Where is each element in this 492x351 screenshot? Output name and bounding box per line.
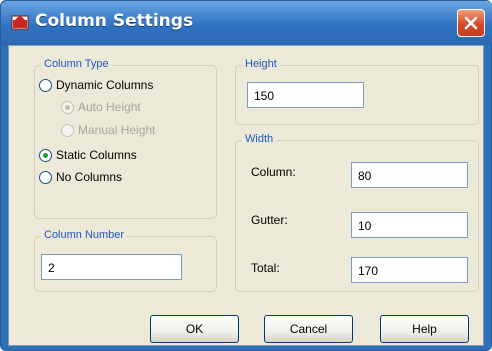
radio-indicator [39, 170, 52, 184]
dynamic-columns-label: Dynamic Columns [56, 78, 154, 92]
radio-indicator [39, 148, 52, 162]
column-type-group: Column Type Dynamic Columns Auto Height … [34, 58, 217, 219]
width-group: Width Column: 80 Gutter: 10 Total: 170 [235, 133, 479, 292]
window-title: Column Settings [35, 11, 194, 31]
manual-height-label: Manual Height [78, 123, 156, 137]
height-input[interactable]: 150 [247, 82, 364, 108]
column-width-label: Column: [251, 165, 296, 179]
column-type-group-title: Column Type [41, 58, 112, 70]
gutter-input[interactable]: 10 [351, 212, 468, 238]
no-columns-radio[interactable]: No Columns [39, 170, 122, 184]
auto-height-label: Auto Height [78, 100, 141, 114]
static-columns-label: Static Columns [56, 148, 137, 162]
total-label: Total: [251, 261, 280, 275]
radio-indicator [61, 100, 74, 114]
cancel-button[interactable]: Cancel [264, 315, 353, 343]
close-icon [464, 16, 478, 30]
column-number-input[interactable]: 2 [41, 254, 182, 280]
auto-height-radio: Auto Height [61, 100, 141, 114]
total-input[interactable]: 170 [351, 257, 468, 283]
radio-indicator [39, 78, 52, 92]
column-number-group-title: Column Number [41, 229, 128, 241]
width-group-title: Width [242, 133, 277, 145]
ok-button[interactable]: OK [150, 315, 239, 343]
no-columns-label: No Columns [56, 170, 123, 184]
title-bar[interactable]: Column Settings [1, 1, 492, 45]
help-button[interactable]: Help [380, 315, 469, 343]
height-group-title: Height [242, 58, 280, 70]
height-group: Height 150 [235, 58, 479, 125]
column-width-input[interactable]: 80 [351, 162, 468, 188]
column-number-group: Column Number 2 [34, 229, 217, 292]
radio-indicator [61, 123, 74, 137]
dynamic-columns-radio[interactable]: Dynamic Columns [39, 78, 153, 92]
gutter-label: Gutter: [251, 213, 288, 227]
column-settings-dialog: Column Settings Column Type Dynamic Colu… [0, 0, 492, 351]
manual-height-radio: Manual Height [61, 123, 155, 137]
column-settings-icon [11, 15, 29, 30]
dialog-client-area: Column Type Dynamic Columns Auto Height … [8, 45, 484, 346]
close-button[interactable] [457, 9, 485, 37]
static-columns-radio[interactable]: Static Columns [39, 148, 137, 162]
